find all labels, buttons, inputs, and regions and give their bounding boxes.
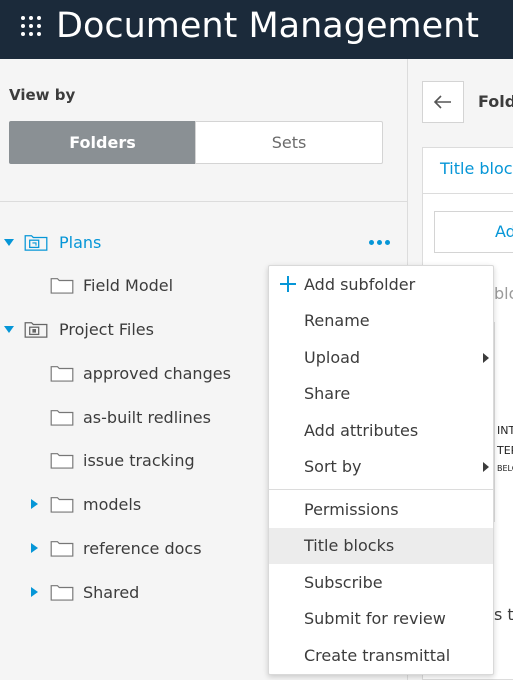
tree-item-label: as-built redlines bbox=[83, 408, 211, 427]
folder-icon bbox=[50, 366, 74, 382]
thumb-text: TER bbox=[497, 444, 513, 457]
menu-separator bbox=[269, 489, 493, 490]
back-button[interactable] bbox=[422, 81, 464, 123]
folder-icon bbox=[50, 585, 74, 601]
folder-icon bbox=[50, 541, 74, 557]
tree-item-label: approved changes bbox=[83, 364, 231, 383]
tree-item-plans[interactable]: Plans bbox=[0, 228, 407, 258]
folder-icon bbox=[50, 497, 74, 513]
menu-item-add-attributes[interactable]: Add attributes bbox=[269, 413, 493, 449]
caret-down-icon[interactable] bbox=[4, 239, 14, 246]
tab-underline bbox=[422, 193, 513, 194]
menu-item-permissions[interactable]: Permissions bbox=[269, 492, 493, 528]
menu-item-add-subfolder[interactable]: Add subfolder bbox=[269, 267, 493, 303]
view-toggle-sets[interactable]: Sets bbox=[195, 121, 383, 164]
thumb-text: INT bbox=[497, 424, 513, 437]
app-title: Document Management bbox=[56, 6, 480, 46]
folder-icon bbox=[50, 278, 74, 294]
add-button[interactable]: Ad bbox=[434, 211, 513, 253]
menu-item-label: Add attributes bbox=[304, 421, 419, 440]
menu-item-create-transmittal[interactable]: Create transmittal bbox=[269, 638, 493, 674]
panel-peek-text: s th bbox=[494, 605, 513, 624]
context-menu: Add subfolder Rename Upload Share Add at… bbox=[268, 265, 494, 675]
menu-item-submit-for-review[interactable]: Submit for review bbox=[269, 601, 493, 637]
submenu-arrow-icon bbox=[483, 462, 489, 472]
plans-folder-icon bbox=[24, 235, 48, 251]
tree-item-label: reference docs bbox=[83, 539, 202, 558]
folder-icon bbox=[50, 410, 74, 426]
panel-title: Fold bbox=[478, 92, 513, 111]
menu-item-title-blocks[interactable]: Title blocks bbox=[269, 528, 493, 564]
caret-down-icon[interactable] bbox=[4, 326, 14, 333]
folder-icon bbox=[50, 453, 74, 469]
tree-item-label: Plans bbox=[59, 233, 102, 252]
menu-item-subscribe[interactable]: Subscribe bbox=[269, 565, 493, 601]
app-grid-icon[interactable] bbox=[21, 16, 41, 36]
caret-right-icon[interactable] bbox=[31, 543, 38, 553]
menu-item-label: Upload bbox=[304, 348, 361, 367]
plus-icon bbox=[280, 276, 296, 292]
caret-right-icon[interactable] bbox=[31, 499, 38, 509]
menu-item-share[interactable]: Share bbox=[269, 376, 493, 412]
menu-item-label: Create transmittal bbox=[304, 646, 451, 665]
menu-item-sort-by[interactable]: Sort by bbox=[269, 449, 493, 485]
title-block-thumbnail[interactable]: INT TER BELO bbox=[494, 322, 513, 522]
menu-item-label: Sort by bbox=[304, 457, 362, 476]
tree-item-label: models bbox=[83, 495, 142, 514]
thumb-text: BELO bbox=[497, 464, 513, 473]
view-by-label: View by bbox=[9, 86, 76, 104]
app-header: Document Management bbox=[0, 0, 513, 59]
submenu-arrow-icon bbox=[483, 353, 489, 363]
tree-item-label: Field Model bbox=[83, 276, 174, 295]
tree-item-label: issue tracking bbox=[83, 451, 195, 470]
menu-item-upload[interactable]: Upload bbox=[269, 340, 493, 376]
add-button-label: Ad bbox=[495, 222, 513, 241]
menu-item-label: Share bbox=[304, 384, 351, 403]
menu-item-label: Permissions bbox=[304, 500, 399, 519]
caret-right-icon[interactable] bbox=[31, 587, 38, 597]
project-files-icon bbox=[24, 322, 48, 338]
menu-item-label: Rename bbox=[304, 311, 370, 330]
more-options-icon[interactable] bbox=[368, 240, 392, 246]
menu-item-label: Subscribe bbox=[304, 573, 383, 592]
tree-item-label: Project Files bbox=[59, 320, 154, 339]
menu-item-label: Submit for review bbox=[304, 609, 446, 628]
panel-peek-text: blo bbox=[494, 284, 513, 303]
menu-item-label: Title blocks bbox=[304, 536, 395, 555]
tree-item-label: Shared bbox=[83, 583, 140, 602]
tab-title-blocks[interactable]: Title block bbox=[440, 159, 513, 178]
tree-divider bbox=[0, 201, 407, 202]
menu-item-rename[interactable]: Rename bbox=[269, 303, 493, 339]
view-toggle-folders[interactable]: Folders bbox=[9, 121, 196, 164]
arrow-left-icon bbox=[433, 95, 451, 109]
menu-item-label: Add subfolder bbox=[304, 275, 416, 294]
